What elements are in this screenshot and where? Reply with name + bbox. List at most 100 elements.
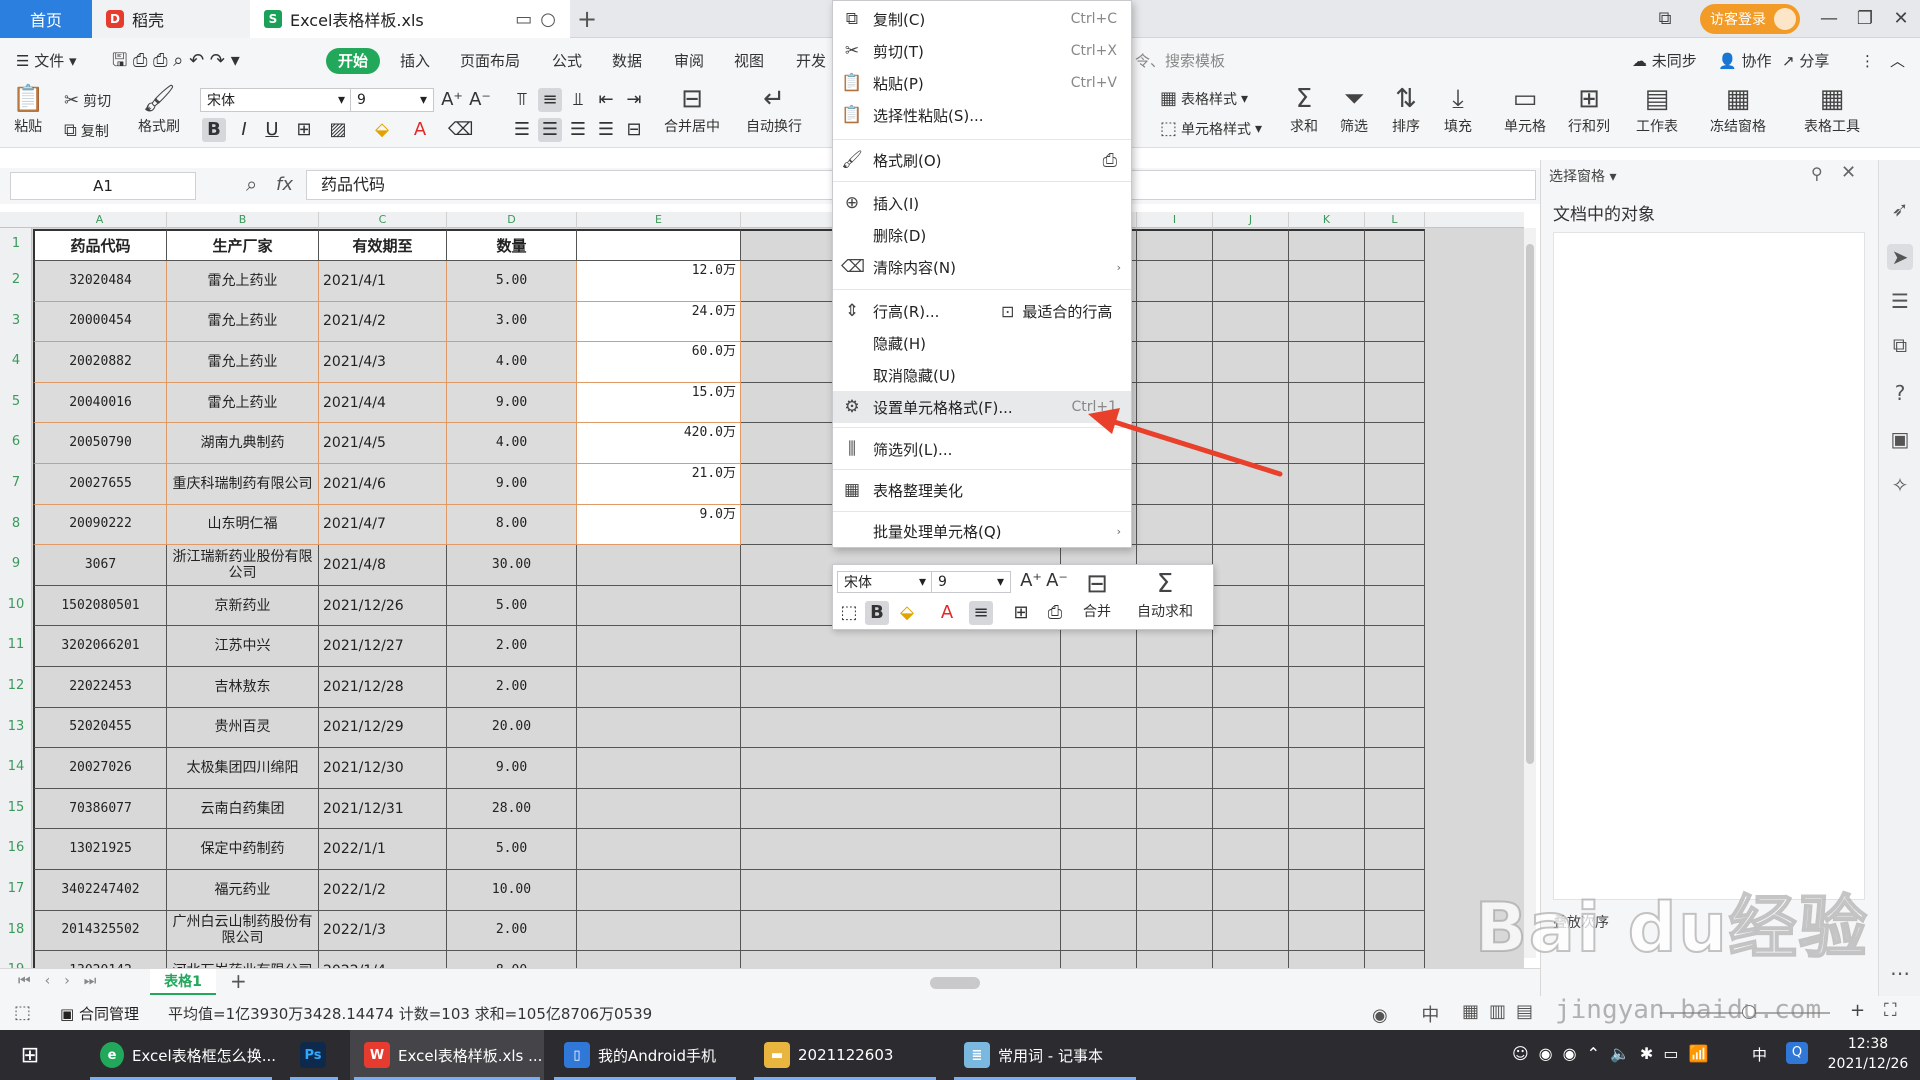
- table-cell[interactable]: 浙江瑞新药业股份有限公司: [167, 545, 319, 586]
- table-cell[interactable]: 20020882: [33, 342, 167, 383]
- table-cell[interactable]: [577, 585, 741, 627]
- copy-button[interactable]: ⧉ 复制: [64, 120, 109, 141]
- table-cell[interactable]: 云南白药集团: [167, 788, 319, 830]
- login-button[interactable]: 访客登录: [1700, 4, 1800, 34]
- header-cell[interactable]: 生产厂家: [167, 229, 319, 261]
- name-box[interactable]: A1: [10, 172, 196, 200]
- table-cell[interactable]: 8.00: [447, 504, 577, 546]
- sync-status[interactable]: ☁ 未同步: [1632, 48, 1697, 74]
- column-header[interactable]: D: [447, 212, 577, 228]
- close-tab-icon[interactable]: ○: [540, 9, 556, 30]
- menu-hide[interactable]: 隐藏(H): [833, 327, 1131, 359]
- minimize-icon[interactable]: —: [1816, 6, 1842, 32]
- row-header[interactable]: 9: [0, 544, 32, 585]
- mini-font-color-icon[interactable]: A: [935, 601, 959, 625]
- quick-access-icons[interactable]: 🖫 ⎙ ⎙ ⌕ ↶ ↷ ▾: [112, 48, 240, 74]
- table-cell[interactable]: 20027655: [33, 464, 167, 505]
- sort-button[interactable]: ⇅ 排序: [1392, 84, 1420, 136]
- collab-button[interactable]: 👤 协作: [1718, 48, 1771, 74]
- mini-grow-font-icon[interactable]: A⁺: [1019, 569, 1043, 593]
- table-cell[interactable]: [1365, 788, 1425, 830]
- tab-view[interactable]: 视图: [734, 48, 764, 74]
- rocket-icon[interactable]: ➶: [1887, 196, 1913, 222]
- underline-icon[interactable]: U: [260, 118, 284, 142]
- tab-review[interactable]: 审阅: [674, 48, 704, 74]
- table-cell[interactable]: [1061, 667, 1137, 708]
- table-cell[interactable]: 13021925: [33, 829, 167, 870]
- align-right-icon[interactable]: ☰: [566, 118, 590, 142]
- table-cell[interactable]: 2021/4/4: [319, 382, 447, 424]
- table-cell[interactable]: 4.00: [447, 342, 577, 383]
- table-cell[interactable]: [577, 707, 741, 749]
- row-header[interactable]: 3: [0, 301, 32, 342]
- column-header[interactable]: J: [1213, 212, 1289, 228]
- zoom-in-icon[interactable]: +: [1850, 1000, 1865, 1021]
- table-cell[interactable]: [1289, 504, 1365, 546]
- table-cell[interactable]: 雷允上药业: [167, 382, 319, 424]
- row-header[interactable]: 4: [0, 341, 32, 382]
- table-cell[interactable]: [577, 870, 741, 911]
- menu-best-fit-row-height[interactable]: ⊡ 最适合的行高: [1001, 295, 1112, 327]
- table-cell[interactable]: [1289, 667, 1365, 708]
- font-select[interactable]: 宋体 ▾: [200, 88, 352, 112]
- worksheet-button[interactable]: ▤ 工作表: [1636, 84, 1678, 136]
- row-header[interactable]: 11: [0, 625, 32, 666]
- table-cell[interactable]: [1213, 910, 1289, 952]
- freeze-button[interactable]: ▦ 冻结窗格: [1710, 84, 1766, 136]
- align-top-icon[interactable]: ⫪: [510, 88, 534, 112]
- pin-icon[interactable]: ⚲: [1811, 164, 1823, 183]
- table-cell[interactable]: [1137, 910, 1213, 952]
- column-header[interactable]: K: [1289, 212, 1365, 228]
- table-cell[interactable]: [1137, 261, 1213, 302]
- table-cell[interactable]: 2022/1/2: [319, 870, 447, 911]
- table-cell[interactable]: [1365, 585, 1425, 627]
- table-cell[interactable]: 2022/1/1: [319, 829, 447, 870]
- table-cell[interactable]: [1061, 748, 1137, 789]
- filter-button[interactable]: ⏷ 筛选: [1340, 84, 1368, 136]
- table-cell[interactable]: 20050790: [33, 423, 167, 464]
- sheet-nav-arrows[interactable]: ⏮‹›⏭: [18, 973, 110, 989]
- table-cell[interactable]: 2021/12/31: [319, 788, 447, 830]
- table-cell[interactable]: 福元药业: [167, 870, 319, 911]
- italic-icon[interactable]: I: [232, 118, 256, 142]
- paste-button[interactable]: 📋 粘贴: [12, 84, 44, 136]
- monitor-icon[interactable]: ▭: [515, 9, 532, 30]
- table-cell[interactable]: 52020455: [33, 707, 167, 749]
- align-bottom-icon[interactable]: ⫫: [566, 88, 590, 112]
- bold-icon[interactable]: B: [202, 118, 226, 142]
- table-cell[interactable]: [1213, 951, 1289, 968]
- table-cell[interactable]: [1137, 870, 1213, 911]
- table-tools-button[interactable]: ▦ 表格工具: [1804, 84, 1860, 136]
- column-header[interactable]: I: [1137, 212, 1213, 228]
- table-cell[interactable]: 重庆科瑞制药有限公司: [167, 464, 319, 505]
- table-cell[interactable]: [1365, 464, 1425, 505]
- table-cell[interactable]: 雷允上药业: [167, 261, 319, 302]
- table-cell[interactable]: [1289, 229, 1365, 261]
- shrink-font-icon[interactable]: A⁻: [468, 88, 492, 112]
- help-icon[interactable]: ?: [1887, 380, 1913, 406]
- table-cell[interactable]: 70386077: [33, 788, 167, 830]
- table-cell[interactable]: [577, 829, 741, 870]
- table-cell[interactable]: 20090222: [33, 504, 167, 546]
- cut-button[interactable]: ✂ 剪切: [64, 90, 111, 111]
- table-cell[interactable]: 2.00: [447, 910, 577, 952]
- table-cell[interactable]: 京新药业: [167, 585, 319, 627]
- mini-shrink-font-icon[interactable]: A⁻: [1045, 569, 1069, 593]
- row-header[interactable]: 16: [0, 828, 32, 869]
- table-cell[interactable]: [1289, 423, 1365, 464]
- tab-data[interactable]: 数据: [612, 48, 642, 74]
- table-cell[interactable]: [1365, 301, 1425, 343]
- table-cell[interactable]: [1289, 301, 1365, 343]
- table-cell[interactable]: [1365, 626, 1425, 667]
- table-cell[interactable]: 20.00: [447, 707, 577, 749]
- table-cell[interactable]: [741, 870, 1061, 911]
- indent-increase-icon[interactable]: ⇥: [622, 88, 646, 112]
- table-cell[interactable]: [1061, 951, 1137, 968]
- table-cell[interactable]: [577, 910, 741, 952]
- mini-border-icon[interactable]: ⊞: [1009, 601, 1033, 625]
- table-cell[interactable]: [741, 829, 1061, 870]
- table-cell[interactable]: [1289, 910, 1365, 952]
- menu-clear[interactable]: ⌫ 清除内容(N) ›: [833, 251, 1131, 283]
- table-cell[interactable]: [1365, 870, 1425, 911]
- row-header[interactable]: 8: [0, 504, 32, 545]
